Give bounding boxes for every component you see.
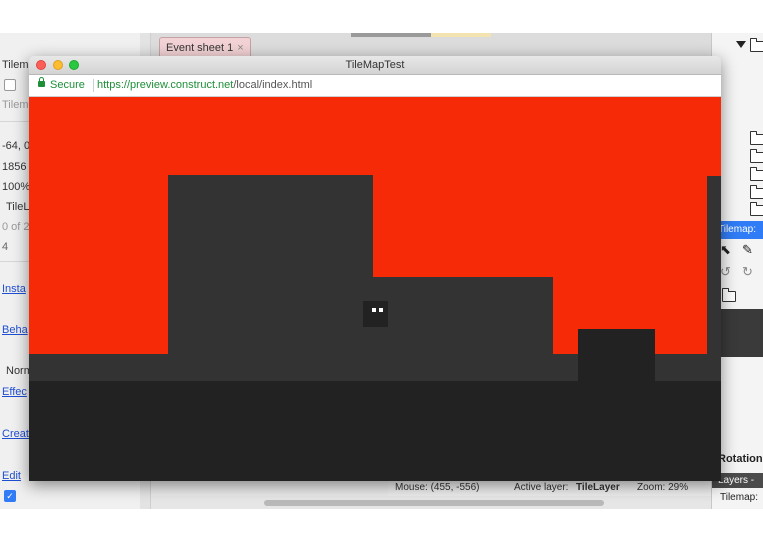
folder-icon[interactable] — [749, 167, 763, 181]
video-bottom-band — [0, 509, 763, 541]
tilemap-label: Tilemap: — [720, 492, 758, 503]
lock-icon — [38, 77, 45, 87]
url-text[interactable]: https://preview.construct.net/local/inde… — [97, 75, 312, 96]
folder-icon[interactable] — [749, 185, 763, 199]
effects-link[interactable]: Effec — [2, 386, 27, 398]
tab-label: Event sheet 1 — [166, 42, 234, 54]
prop-row[interactable]: TileL — [6, 201, 29, 213]
address-bar[interactable]: Secure https://preview.construct.net/loc… — [29, 75, 721, 97]
dark-block — [578, 329, 655, 385]
terrain-wall — [707, 176, 721, 385]
folder-icon[interactable] — [721, 288, 736, 302]
prop-row[interactable]: 100% — [2, 181, 30, 193]
game-canvas[interactable] — [29, 97, 721, 481]
close-icon[interactable]: × — [237, 42, 243, 54]
edit-link[interactable]: Edit — [2, 470, 21, 482]
tab-event-sheet[interactable]: Event sheet 1 × — [159, 37, 251, 58]
create-link[interactable]: Creat — [2, 428, 29, 440]
terrain-step — [373, 277, 553, 385]
prop-row[interactable]: 1856 — [2, 161, 26, 173]
horizontal-scrollbar[interactable] — [151, 496, 711, 509]
undo-icon[interactable]: ↺ — [720, 264, 731, 280]
video-top-band — [0, 0, 763, 33]
pointer-icon[interactable]: ⬉ — [720, 242, 731, 258]
preview-window: TileMapTest Secure https://preview.const… — [29, 56, 721, 481]
prop-row: Tilem — [2, 59, 29, 71]
player-eye — [379, 308, 383, 312]
window-titlebar: TileMapTest — [29, 56, 721, 75]
player-eye — [372, 308, 376, 312]
url-origin: https://preview.construct.net — [97, 79, 234, 91]
toolbar-strip — [351, 33, 431, 37]
secure-label: Secure — [50, 79, 85, 91]
redo-icon[interactable]: ↻ — [742, 264, 753, 280]
divider — [93, 79, 94, 92]
toolbar-strip — [431, 33, 491, 37]
folder-icon[interactable] — [749, 149, 763, 163]
folder-icon[interactable] — [749, 131, 763, 145]
window-title: TileMapTest — [345, 59, 405, 71]
prop-row[interactable]: -64, 0 — [2, 140, 30, 152]
prop-row: 0 of 2 — [2, 221, 30, 233]
pencil-icon[interactable]: ✎ — [742, 242, 753, 258]
mouse-coords: Mouse: (455, -556) — [395, 482, 480, 493]
folder-icon[interactable] — [749, 38, 763, 52]
checkbox[interactable] — [4, 79, 16, 91]
terrain-pillar — [168, 175, 373, 385]
rotation-label: Rotation — [718, 453, 763, 465]
url-path: /local/index.html — [233, 79, 313, 91]
instance-variables-link[interactable]: Insta — [2, 283, 26, 295]
active-layer-name: TileLayer — [576, 482, 620, 493]
prop-row: 4 — [2, 241, 9, 253]
player-sprite — [363, 301, 388, 327]
behaviors-link[interactable]: Beha — [2, 324, 28, 336]
ground — [29, 381, 721, 481]
triangle-down-icon[interactable] — [736, 41, 746, 48]
active-layer-prefix: Active layer: — [514, 482, 569, 493]
checkmark-icon[interactable]: ✓ — [4, 490, 16, 502]
folder-icon[interactable] — [749, 202, 763, 216]
zoom-level: Zoom: 29% — [637, 482, 689, 493]
scrollbar-thumb[interactable] — [264, 500, 604, 506]
prop-row: Tilem — [2, 99, 29, 111]
